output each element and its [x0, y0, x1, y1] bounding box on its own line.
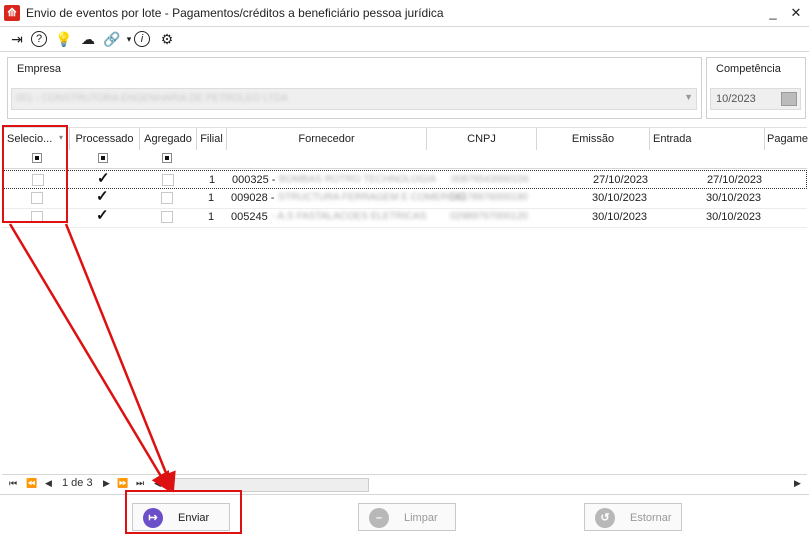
- annotation-arrows: [8, 223, 176, 493]
- arrow-to-enviar: [8, 223, 171, 493]
- arrow-to-enviar-2: [64, 223, 176, 493]
